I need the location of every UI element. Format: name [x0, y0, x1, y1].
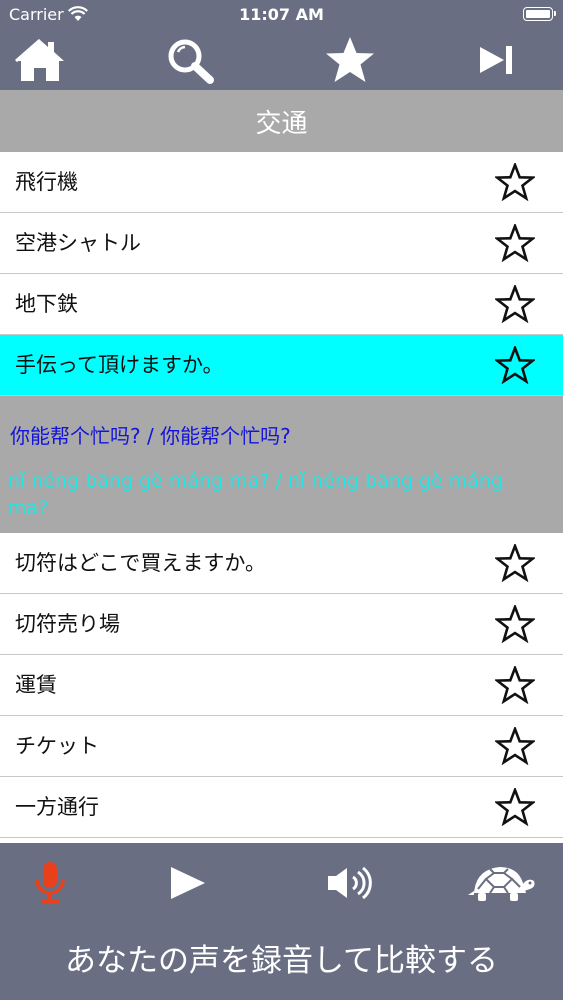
phrase-list: 飛行機 空港シャトル 地下鉄 手伝って頂けますか。 你能帮个忙吗? / 你能帮个…: [0, 152, 563, 838]
star-outline-icon[interactable]: [495, 285, 535, 323]
phrase-label: 空港シャトル: [15, 231, 141, 255]
phrase-label: 切符売り場: [15, 612, 120, 636]
chinese-translation: 你能帮个忙吗? / 你能帮个忙吗?: [10, 424, 291, 448]
star-outline-icon[interactable]: [495, 346, 535, 384]
toolbar: [0, 30, 563, 90]
skip-next-icon: [480, 46, 512, 74]
section-title: 交通: [255, 108, 308, 139]
battery-icon: [523, 7, 556, 21]
record-button[interactable]: [25, 853, 75, 913]
list-item[interactable]: 空港シャトル: [0, 213, 563, 274]
speaker-icon: [328, 866, 372, 900]
pinyin-translation: nǐ néng bāng gè máng ma? / nǐ néng bāng …: [8, 470, 504, 519]
star-outline-icon[interactable]: [495, 605, 535, 643]
star-icon: [326, 37, 374, 82]
list-item[interactable]: チケット: [0, 716, 563, 777]
search-icon: [168, 39, 214, 84]
play-icon: [171, 867, 205, 899]
record-prompt: あなたの声を録音して比較する: [64, 943, 499, 979]
search-button[interactable]: [155, 30, 225, 90]
audio-controls: あなたの声を録音して比較する: [0, 843, 563, 1000]
list-item[interactable]: 切符売り場: [0, 594, 563, 655]
star-outline-icon[interactable]: [495, 544, 535, 582]
list-item[interactable]: 地下鉄: [0, 274, 563, 335]
home-icon: [15, 38, 64, 81]
slow-speed-button[interactable]: [465, 853, 537, 913]
clock: 11:07 AM: [239, 5, 324, 24]
list-item[interactable]: 運賃: [0, 655, 563, 716]
speaker-button[interactable]: [322, 853, 378, 913]
phrase-label: 一方通行: [15, 795, 99, 819]
phrase-label: 手伝って頂けますか。: [15, 353, 224, 377]
home-button[interactable]: [5, 30, 75, 90]
phrase-label: チケット: [15, 734, 99, 758]
list-item-selected[interactable]: 手伝って頂けますか。: [0, 335, 563, 396]
section-header: 交通: [0, 90, 563, 152]
status-bar: Carrier 11:07 AM: [0, 0, 563, 30]
list-item[interactable]: 切符はどこで買えますか。: [0, 533, 563, 594]
star-outline-icon[interactable]: [495, 666, 535, 704]
phrase-label: 飛行機: [15, 170, 78, 194]
phrase-label: 切符はどこで買えますか。: [15, 551, 266, 575]
phrase-label: 運賃: [15, 673, 57, 697]
turtle-icon: [468, 867, 535, 901]
phrase-label: 地下鉄: [15, 292, 78, 316]
play-button[interactable]: [162, 853, 212, 913]
microphone-icon: [35, 862, 65, 904]
list-item[interactable]: 一方通行: [0, 777, 563, 838]
next-button[interactable]: [462, 30, 532, 90]
star-outline-icon[interactable]: [495, 727, 535, 765]
translation-panel: 你能帮个忙吗? / 你能帮个忙吗? nǐ néng bāng gè máng m…: [0, 396, 563, 533]
favorites-button[interactable]: [315, 30, 385, 90]
star-outline-icon[interactable]: [495, 788, 535, 826]
star-outline-icon[interactable]: [495, 163, 535, 201]
star-outline-icon[interactable]: [495, 224, 535, 262]
list-item[interactable]: 飛行機: [0, 152, 563, 213]
